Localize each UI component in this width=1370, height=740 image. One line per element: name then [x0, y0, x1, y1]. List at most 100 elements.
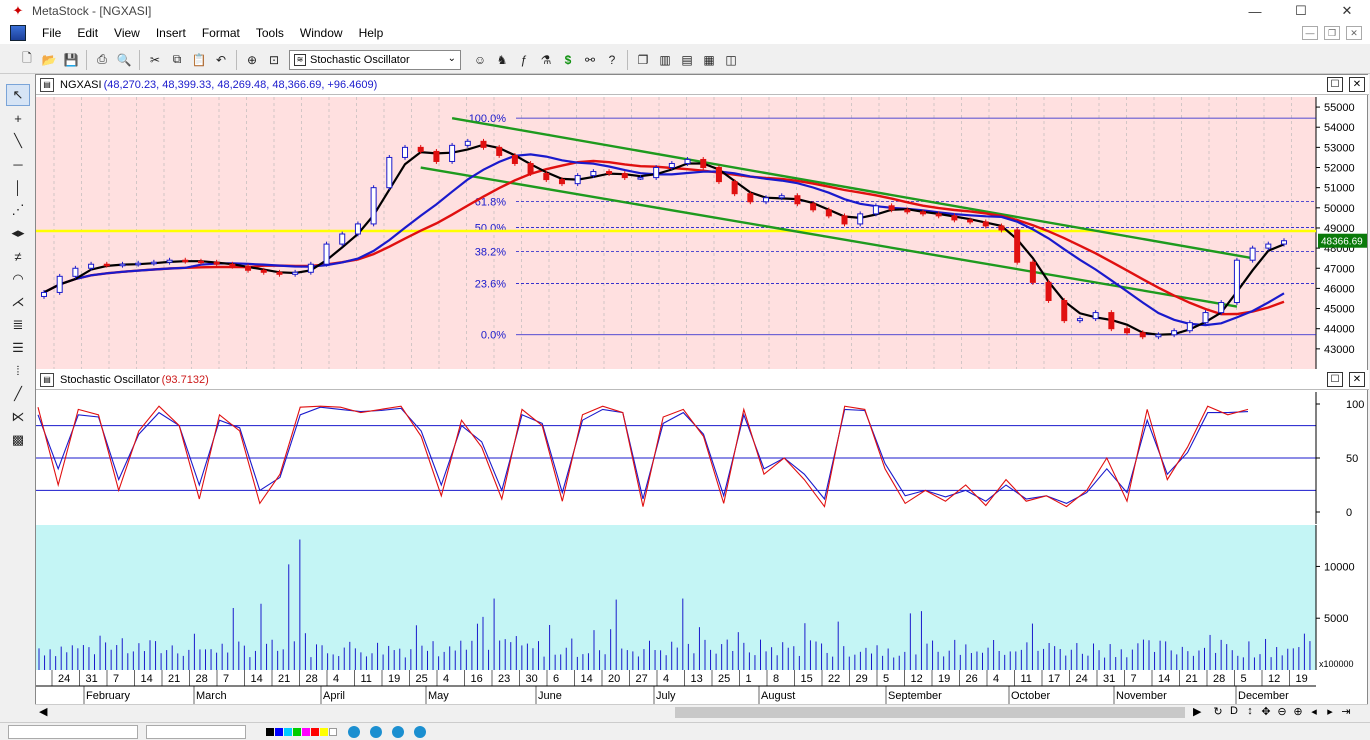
fibonacci-icon[interactable]: ≣ [6, 314, 30, 336]
menu-window[interactable]: Window [292, 26, 351, 40]
end-icon[interactable]: ⇥ [1339, 705, 1353, 718]
formula-icon[interactable]: ƒ [513, 49, 535, 71]
tile-vertical-icon[interactable]: ▥ [654, 49, 676, 71]
month-label: December [1238, 690, 1289, 702]
tile-horizontal-icon[interactable]: ▤ [676, 49, 698, 71]
gann-line-icon[interactable]: ╱ [6, 383, 30, 405]
last-bar-icon[interactable]: ▸ [1323, 705, 1337, 718]
menu-format[interactable]: Format [194, 26, 248, 40]
close-button[interactable]: ✕ [1324, 0, 1370, 22]
stoch-pane-close-icon[interactable]: ✕ [1349, 372, 1365, 387]
select-pointer-icon[interactable]: ↖ [6, 84, 30, 106]
candle [794, 195, 801, 205]
candle [135, 262, 142, 266]
scroll-thumb[interactable] [675, 707, 1185, 718]
child-restore-icon[interactable]: ❐ [1324, 26, 1340, 40]
candle [684, 158, 691, 164]
status-bar [0, 722, 1370, 740]
tile-grid-icon[interactable]: ▦ [698, 49, 720, 71]
daily-icon[interactable]: D [1227, 705, 1241, 718]
paste-icon[interactable]: 📋 [188, 49, 210, 71]
minimize-button[interactable]: — [1232, 0, 1278, 22]
indicator-select[interactable]: ≋ Stochastic Oscillator ⌄ [289, 49, 461, 70]
time-zones-icon[interactable]: ⦙ [6, 360, 30, 382]
pane-close-icon[interactable]: ✕ [1349, 77, 1365, 92]
refresh-icon[interactable]: ↻ [1211, 705, 1225, 718]
pan-icon[interactable]: ✥ [1259, 705, 1273, 718]
status-indicator-icon[interactable] [348, 725, 360, 738]
print-preview-icon[interactable]: 🔍 [113, 49, 135, 71]
scroll-right-icon[interactable]: ▶ [1193, 705, 1201, 718]
pane-maximize-icon[interactable]: ☐ [1327, 77, 1343, 92]
horizontal-line-icon[interactable]: ─ [6, 153, 30, 175]
y-tick-label: 100 [1346, 399, 1364, 411]
x-tick-label: 17 [1048, 673, 1060, 685]
volume-chart[interactable]: 5000 10000 x100000 [36, 525, 1367, 670]
menu-view[interactable]: View [106, 26, 148, 40]
copy-icon[interactable]: ⧉ [166, 49, 188, 71]
arrange-icon[interactable]: ◫ [720, 49, 742, 71]
candle [119, 263, 126, 267]
chevron-down-icon[interactable]: ⌄ [448, 53, 456, 64]
stoch-pane-maximize-icon[interactable]: ☐ [1327, 372, 1343, 387]
save-icon[interactable]: 💾 [60, 49, 82, 71]
status-indicator-icon[interactable] [414, 725, 426, 738]
time-axis[interactable]: 24 31 7 14 21 28 7 14 21 28 4 11 19 25 4 16 23 30 6 14 20 27 4… [36, 670, 1367, 706]
x-tick-label: 31 [86, 673, 98, 685]
status-indicator-icon[interactable] [370, 725, 382, 738]
retracement-icon[interactable]: ☰ [6, 337, 30, 359]
x-tick-label: 26 [966, 673, 978, 685]
channel-icon[interactable]: ≠ [6, 245, 30, 267]
explorer-icon[interactable]: ♞ [491, 49, 513, 71]
dollar-icon[interactable]: $ [557, 49, 579, 71]
expert-advisor-icon[interactable]: ☺ [469, 49, 491, 71]
x-tick-label: 15 [801, 673, 813, 685]
crosshair-tool-icon[interactable]: + [6, 107, 30, 129]
print-icon[interactable]: ⎙ [91, 49, 113, 71]
cycle-lines-icon[interactable]: ◂▸ [6, 222, 30, 244]
document-icon[interactable] [10, 25, 26, 41]
candle [527, 162, 534, 175]
new-icon[interactable]: 🗋 [16, 49, 38, 71]
speed-lines-icon[interactable]: ⋌ [6, 291, 30, 313]
menu-edit[interactable]: Edit [69, 26, 106, 40]
horizontal-scrollbar[interactable]: ◀ ▶ ↻ D ↕ ✥ ⊖ ⊕ ◂ ▸ ⇥ [35, 704, 1368, 720]
cascade-icon[interactable]: ❐ [632, 49, 654, 71]
candle [370, 187, 377, 225]
child-minimize-icon[interactable]: — [1302, 26, 1318, 40]
cut-icon[interactable]: ✂ [144, 49, 166, 71]
price-chart[interactable]: 4300044000450004600047000480004900050000… [36, 97, 1367, 369]
candle [1139, 332, 1146, 338]
crosshair-icon[interactable]: ⊕ [241, 49, 263, 71]
status-field [8, 724, 138, 739]
arc-icon[interactable]: ◠ [6, 268, 30, 290]
menu-file[interactable]: File [34, 26, 69, 40]
stochastic-chart[interactable]: 0 50 100 [36, 392, 1367, 524]
gann-fan-icon[interactable]: ⋉ [6, 406, 30, 428]
child-close-icon[interactable]: ✕ [1346, 26, 1362, 40]
binoculars-icon[interactable]: ⚯ [579, 49, 601, 71]
month-label: November [1116, 690, 1167, 702]
zoom-out-icon[interactable]: ⊖ [1275, 705, 1289, 718]
scroll-left-icon[interactable]: ◀ [39, 705, 47, 718]
trendline-icon[interactable]: ╲ [6, 130, 30, 152]
open-icon[interactable]: 📂 [38, 49, 60, 71]
color-palette[interactable] [266, 725, 338, 739]
vertical-zoom-icon[interactable]: ↕ [1243, 705, 1257, 718]
menu-tools[interactable]: Tools [248, 26, 292, 40]
help-pointer-icon[interactable]: ? [601, 49, 623, 71]
y-tick-label: 44000 [1324, 324, 1355, 336]
undo-icon[interactable]: ↶ [210, 49, 232, 71]
x-tick-label: 28 [196, 673, 208, 685]
zoom-in-icon[interactable]: ⊕ [1291, 705, 1305, 718]
gann-grid-icon[interactable]: ▩ [6, 429, 30, 451]
maximize-button[interactable]: ☐ [1278, 0, 1324, 22]
first-bar-icon[interactable]: ◂ [1307, 705, 1321, 718]
status-indicator-icon[interactable] [392, 725, 404, 738]
vertical-line-icon[interactable]: │ [6, 176, 30, 198]
menu-help[interactable]: Help [351, 26, 392, 40]
fan-lines-icon[interactable]: ⋰ [6, 199, 30, 221]
system-tester-icon[interactable]: ⚗ [535, 49, 557, 71]
menu-insert[interactable]: Insert [148, 26, 194, 40]
zoom-icon[interactable]: ⊡ [263, 49, 285, 71]
